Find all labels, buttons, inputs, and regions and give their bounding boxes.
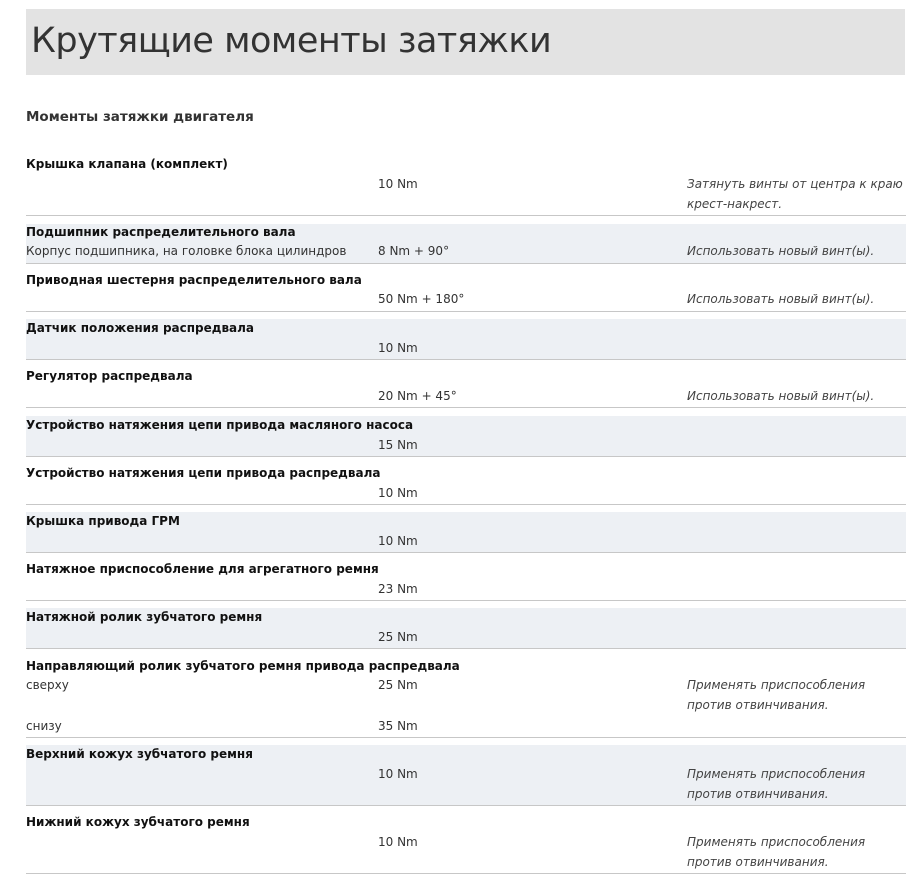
component-name: Устройство натяжения цепи привода распре…	[26, 466, 381, 480]
page-header: Крутящие моменты затяжки	[26, 9, 905, 75]
table-row: Устройство натяжения цепи привода распре…	[26, 464, 906, 505]
torque-note: Применять приспособления против отвинчив…	[687, 767, 866, 801]
torque-value: 10 Nm	[378, 835, 418, 849]
component-name: Направляющий ролик зубчатого ремня приво…	[26, 659, 460, 673]
table-row: Направляющий ролик зубчатого ремня приво…	[26, 656, 906, 738]
table-row: Устройство натяжения цепи привода маслян…	[26, 416, 906, 457]
section-title: Моменты затяжки двигателя	[26, 109, 254, 125]
torque-value: 35 Nm	[378, 719, 418, 733]
torque-value: 23 Nm	[378, 582, 418, 596]
torque-value: 25 Nm	[378, 630, 418, 644]
torque-note: Использовать новый винт(ы).	[687, 244, 875, 258]
torque-value: 8 Nm + 90°	[378, 244, 450, 258]
component-name: Нижний кожух зубчатого ремня	[26, 815, 250, 829]
table-row: Подшипник распределительного вала Корпус …	[26, 224, 906, 264]
component-name: Устройство натяжения цепи привода маслян…	[26, 418, 414, 432]
table-row: Датчик положения распредвала 10 Nm	[26, 319, 906, 360]
torque-value: 50 Nm + 180°	[378, 292, 465, 306]
table-row: Крышка клапана (комплект) 10 Nm Затянуть в…	[26, 150, 906, 216]
torque-note: Использовать новый винт(ы).	[687, 292, 875, 306]
component-name: Регулятор распредвала	[26, 369, 193, 383]
table-row: Приводная шестерня распределительного ва…	[26, 272, 906, 312]
table-row: Нижний кожух зубчатого ремня 10 Nm Применя…	[26, 813, 906, 874]
table-row: Верхний кожух зубчатого ремня 10 Nm Примен…	[26, 745, 906, 806]
torque-value: 10 Nm	[378, 534, 418, 548]
page-title: Крутящие моменты затяжки	[31, 21, 552, 61]
component-name: Подшипник распределительного вала	[26, 225, 296, 239]
torque-value: 15 Nm	[378, 438, 418, 452]
torque-value: 10 Nm	[378, 486, 418, 500]
torque-note: Применять приспособления против отвинчив…	[687, 678, 866, 712]
component-name: Верхний кожух зубчатого ремня	[26, 747, 253, 761]
torque-value: 10 Nm	[378, 767, 418, 781]
torque-note: Затянуть винты от центра к краю крест-на…	[687, 177, 903, 211]
component-detail: сверху	[26, 678, 69, 692]
torque-value: 10 Nm	[378, 341, 418, 355]
table-row: Натяжной ролик зубчатого ремня 25 Nm	[26, 608, 906, 649]
component-detail: Корпус подшипника, на головке блока цили…	[26, 244, 347, 258]
component-name: Крышка привода ГРМ	[26, 514, 180, 528]
torque-note: Применять приспособления против отвинчив…	[687, 835, 866, 869]
component-name: Приводная шестерня распределительного ва…	[26, 273, 362, 287]
component-name: Датчик положения распредвала	[26, 321, 255, 335]
table-row: Регулятор распредвала 20 Nm + 45° Использо…	[26, 367, 906, 408]
component-name: Натяжной ролик зубчатого ремня	[26, 610, 263, 624]
component-detail: снизу	[26, 719, 62, 733]
component-name: Крышка клапана (комплект)	[26, 157, 228, 171]
torque-value: 10 Nm	[378, 177, 418, 191]
table-row: Крышка привода ГРМ 10 Nm	[26, 512, 906, 553]
torque-value: 25 Nm	[378, 678, 418, 692]
torque-value: 20 Nm + 45°	[378, 389, 457, 403]
table-row: Натяжное приспособление для агрегатного …	[26, 560, 906, 601]
component-name: Натяжное приспособление для агрегатного …	[26, 562, 379, 576]
torque-note: Использовать новый винт(ы).	[687, 389, 875, 403]
